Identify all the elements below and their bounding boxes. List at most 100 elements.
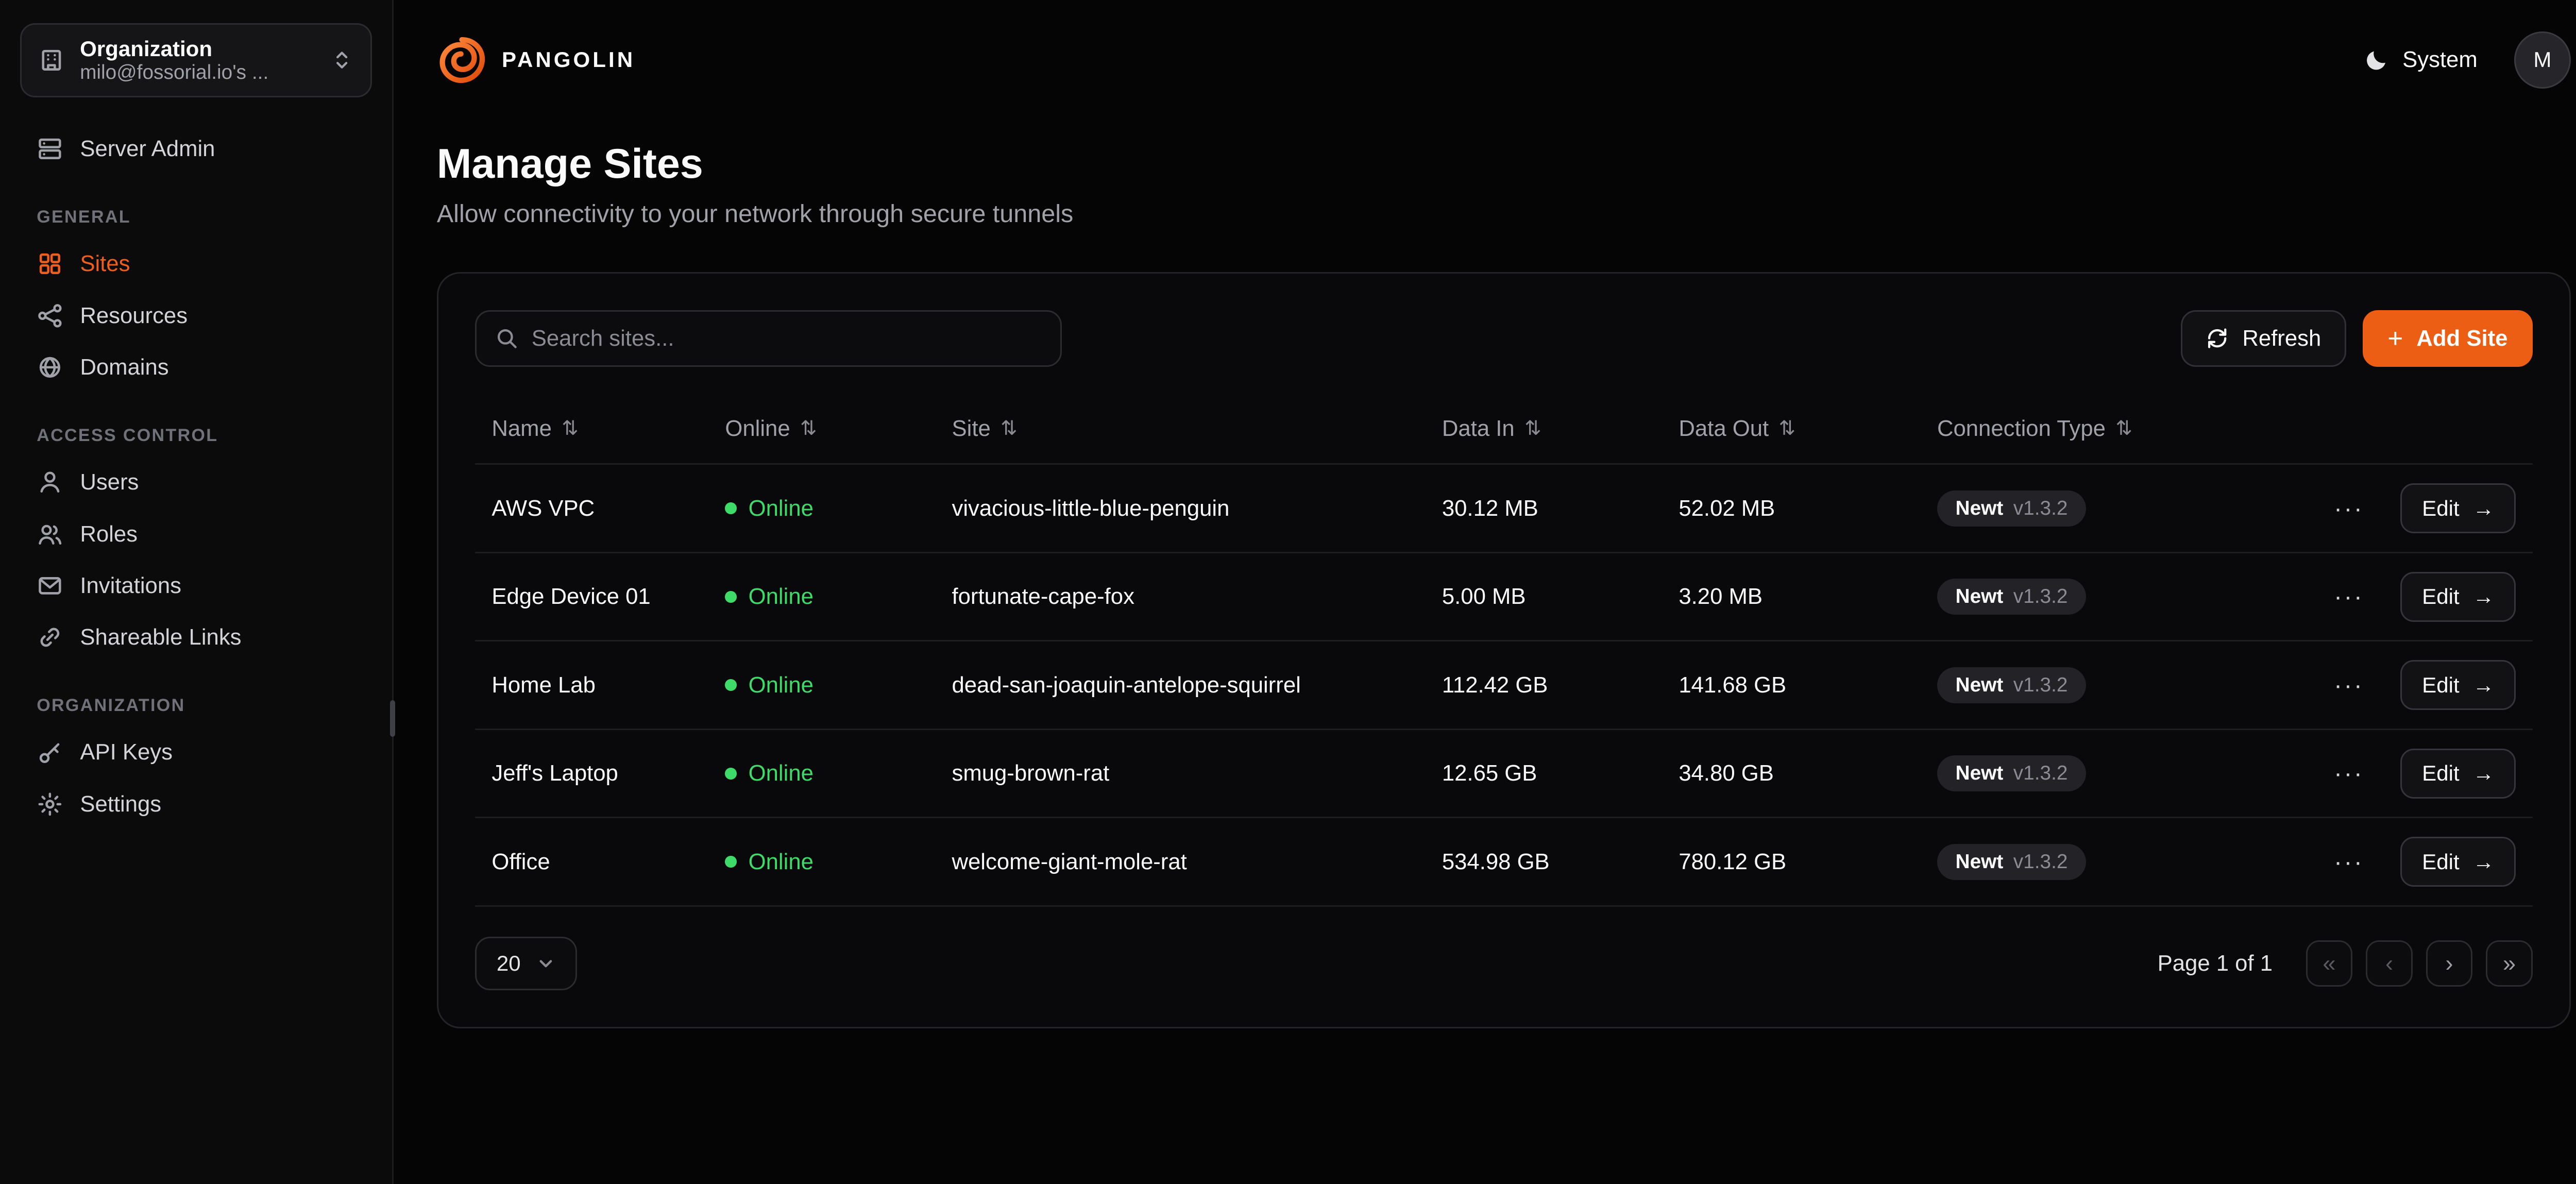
column-header-online[interactable]: Online ⇅	[725, 416, 952, 442]
connection-type-badge: Newt v1.3.2	[1937, 755, 2086, 791]
row-menu-button[interactable]: ···	[2327, 664, 2370, 706]
edit-button[interactable]: Edit →	[2400, 660, 2516, 710]
pangolin-logo-icon	[437, 35, 487, 85]
key-icon	[37, 739, 63, 766]
sites-grid-icon	[37, 250, 63, 277]
online-status-cell: Online	[725, 760, 952, 786]
mail-icon	[37, 572, 63, 599]
online-status-cell: Online	[725, 496, 952, 521]
org-switcher[interactable]: Organization milo@fossorial.io's ...	[20, 23, 372, 97]
table-row: AWS VPC Online vivacious-little-blue-pen…	[475, 463, 2533, 552]
link-icon	[37, 624, 63, 651]
connection-type-version: v1.3.2	[2013, 851, 2068, 873]
connection-type-version: v1.3.2	[2013, 762, 2068, 785]
org-subtitle: milo@fossorial.io's ...	[80, 61, 315, 84]
building-icon	[38, 47, 65, 74]
edit-button[interactable]: Edit →	[2400, 572, 2516, 622]
table-row: Jeff's Laptop Online smug-brown-rat 12.6…	[475, 729, 2533, 817]
online-dot-icon	[725, 591, 737, 603]
user-icon	[37, 469, 63, 496]
connection-type-name: Newt	[1956, 585, 2004, 608]
site-slug-cell: fortunate-cape-fox	[952, 584, 1442, 610]
connection-type-name: Newt	[1956, 762, 2004, 785]
chevron-down-icon	[536, 954, 556, 974]
sidebar-item-settings[interactable]: Settings	[20, 779, 372, 829]
row-menu-button[interactable]: ···	[2327, 487, 2370, 530]
arrow-right-icon: →	[2473, 673, 2495, 698]
sidebar-item-server-admin[interactable]: Server Admin	[20, 124, 372, 174]
column-header-data-in[interactable]: Data In ⇅	[1442, 416, 1679, 442]
online-dot-icon	[725, 768, 737, 780]
column-header-data-out[interactable]: Data Out ⇅	[1679, 416, 1937, 442]
online-dot-icon	[725, 856, 737, 868]
sidebar-item-label: Roles	[80, 521, 138, 547]
brand-name: PANGOLIN	[502, 47, 635, 72]
next-page-button[interactable]: ›	[2426, 940, 2473, 987]
sidebar-item-label: Resources	[80, 303, 188, 329]
status-badge: Online	[749, 760, 814, 786]
sidebar-item-sites[interactable]: Sites	[20, 239, 372, 289]
status-badge: Online	[749, 849, 814, 875]
arrow-right-icon: →	[2473, 496, 2495, 521]
connection-type-name: Newt	[1956, 497, 2004, 520]
column-header-connection-type[interactable]: Connection Type ⇅	[1937, 416, 2266, 442]
sidebar-item-domains[interactable]: Domains	[20, 342, 372, 392]
edit-button[interactable]: Edit →	[2400, 749, 2516, 799]
search-box	[475, 310, 1062, 367]
data-in-cell: 5.00 MB	[1442, 584, 1679, 610]
sidebar-item-roles[interactable]: Roles	[20, 509, 372, 559]
site-slug-cell: vivacious-little-blue-penguin	[952, 496, 1442, 521]
sidebar-item-label: Invitations	[80, 573, 181, 599]
page-size-value: 20	[497, 951, 521, 976]
sidebar-item-resources[interactable]: Resources	[20, 291, 372, 341]
column-label: Data In	[1442, 416, 1515, 442]
theme-toggle[interactable]: System	[2364, 47, 2478, 73]
edit-button[interactable]: Edit →	[2400, 483, 2516, 533]
section-label-general: GENERAL	[37, 207, 355, 227]
edit-button[interactable]: Edit →	[2400, 837, 2516, 887]
data-in-cell: 534.98 GB	[1442, 849, 1679, 875]
sidebar-item-users[interactable]: Users	[20, 458, 372, 508]
sidebar-item-label: Server Admin	[80, 136, 215, 162]
site-slug-cell: smug-brown-rat	[952, 760, 1442, 786]
arrow-right-icon: →	[2473, 584, 2495, 609]
section-label-access-control: ACCESS CONTROL	[37, 426, 355, 446]
column-header-site[interactable]: Site ⇅	[952, 416, 1442, 442]
connection-type-badge: Newt v1.3.2	[1937, 667, 2086, 703]
add-site-button[interactable]: + Add Site	[2363, 310, 2533, 367]
online-dot-icon	[725, 679, 737, 691]
row-menu-button[interactable]: ···	[2327, 576, 2370, 618]
last-page-button[interactable]: »	[2486, 940, 2533, 987]
search-input[interactable]	[532, 326, 1042, 351]
search-icon	[495, 327, 518, 350]
chevrons-up-down-icon	[330, 48, 353, 72]
avatar-initial: M	[2533, 47, 2551, 72]
row-menu-button[interactable]: ···	[2327, 841, 2370, 883]
table-body: AWS VPC Online vivacious-little-blue-pen…	[475, 463, 2533, 907]
connection-type-badge: Newt v1.3.2	[1937, 490, 2086, 527]
page-size-select[interactable]: 20	[475, 937, 577, 990]
column-header-name[interactable]: Name ⇅	[492, 416, 725, 442]
row-menu-button[interactable]: ···	[2327, 752, 2370, 794]
refresh-label: Refresh	[2242, 326, 2321, 351]
connection-type-version: v1.3.2	[2013, 674, 2068, 697]
site-name-cell: Office	[492, 849, 725, 875]
data-out-cell: 34.80 GB	[1679, 760, 1937, 786]
sort-icon: ⇅	[2115, 417, 2132, 440]
first-page-button[interactable]: «	[2306, 940, 2353, 987]
table-row: Home Lab Online dead-san-joaquin-antelop…	[475, 640, 2533, 729]
sidebar-item-label: Users	[80, 469, 139, 495]
sites-panel: Refresh + Add Site Name ⇅ Online ⇅ Site …	[437, 272, 2571, 1028]
site-name-cell: Edge Device 01	[492, 584, 725, 610]
refresh-button[interactable]: Refresh	[2181, 310, 2346, 367]
status-badge: Online	[749, 672, 814, 698]
sidebar-item-invitations[interactable]: Invitations	[20, 561, 372, 611]
theme-label: System	[2402, 47, 2478, 73]
previous-page-button[interactable]: ‹	[2366, 940, 2413, 987]
user-avatar[interactable]: M	[2514, 31, 2571, 88]
sidebar-resize-handle[interactable]	[390, 700, 395, 737]
sidebar-item-shareable-links[interactable]: Shareable Links	[20, 613, 372, 663]
sidebar-item-api-keys[interactable]: API Keys	[20, 728, 372, 777]
connection-type-name: Newt	[1956, 674, 2004, 697]
site-slug-cell: dead-san-joaquin-antelope-squirrel	[952, 672, 1442, 698]
